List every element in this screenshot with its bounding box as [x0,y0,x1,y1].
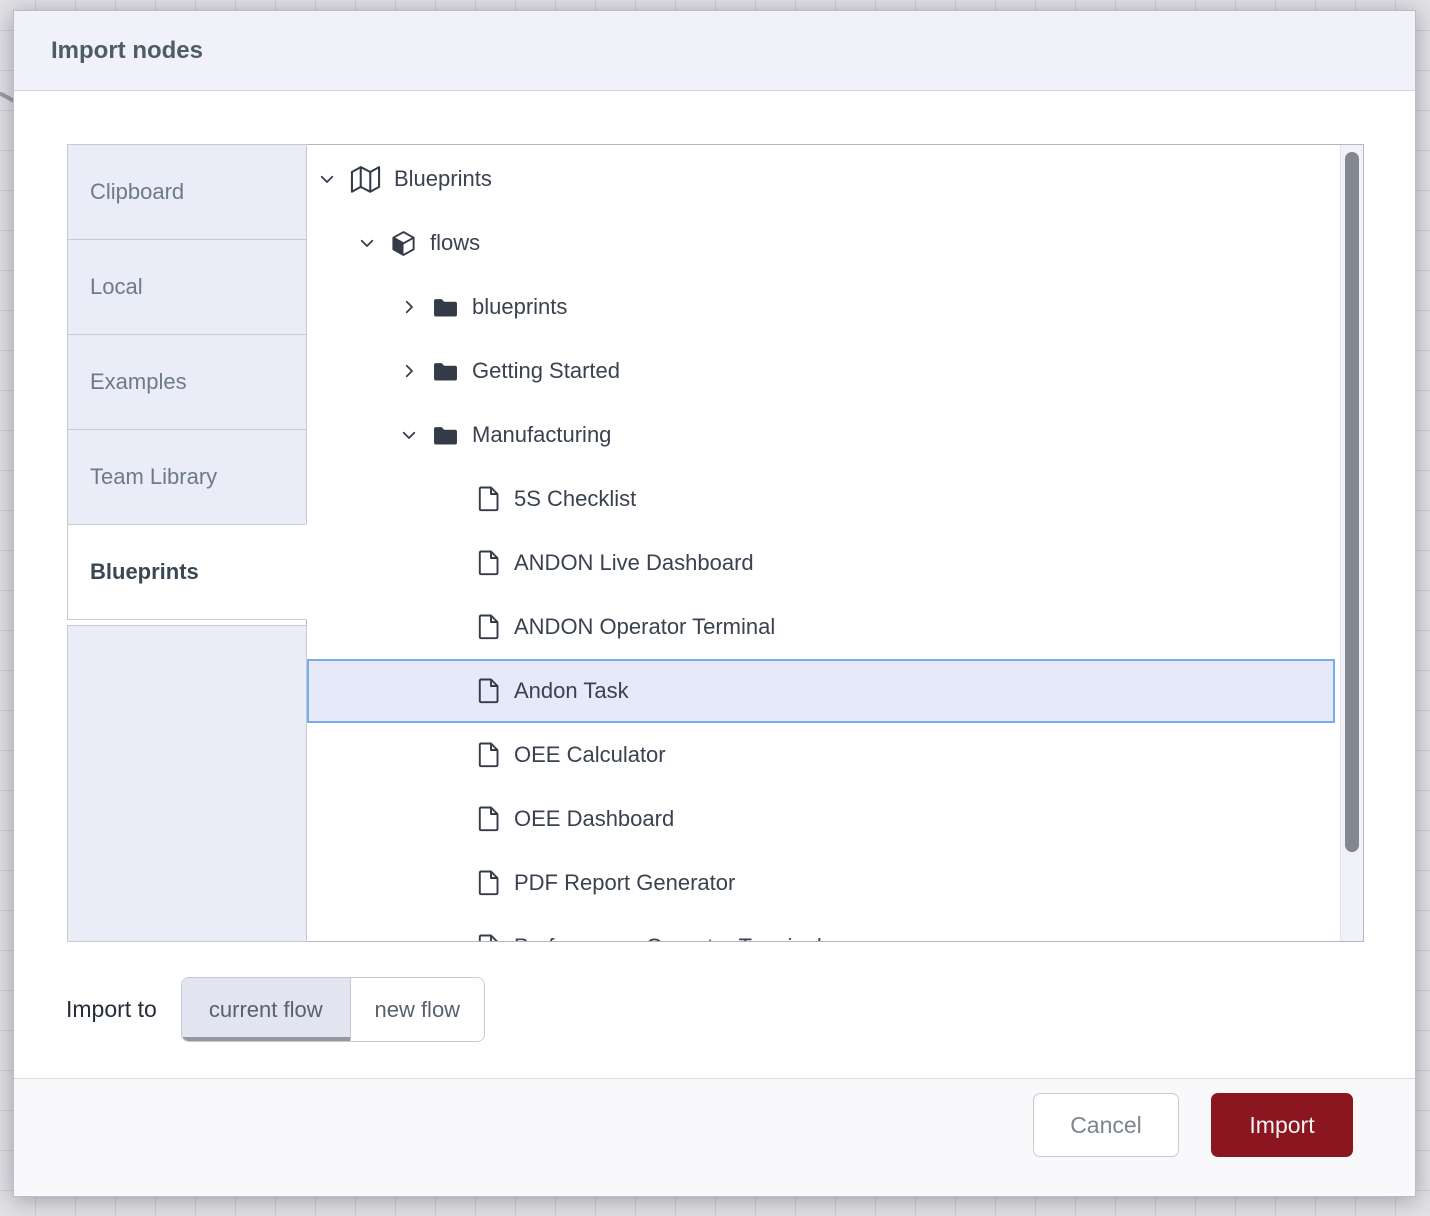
tree-item-label: PDF Report Generator [514,870,735,896]
tree-item-performance-operator-terminal[interactable]: Performance Operator Terminal [307,915,1335,942]
chevron-right-icon[interactable] [399,362,419,380]
tree-item-pdf-report-generator[interactable]: PDF Report Generator [307,851,1335,915]
tree-item-label: blueprints [472,294,567,320]
folder-icon [432,294,459,321]
import-to-current-flow-button[interactable]: current flow [182,978,350,1041]
tree-item-blueprints[interactable]: blueprints [307,275,1335,339]
import-to-new-flow-button[interactable]: new flow [350,978,484,1041]
tree-item-blueprints[interactable]: Blueprints [307,147,1335,211]
sidebar-tab-label: Team Library [90,464,217,490]
sidebar-tab-label: Clipboard [90,179,184,205]
sidebar-empty-area [67,625,307,942]
cancel-button[interactable]: Cancel [1033,1093,1179,1157]
import-nodes-dialog: Import nodes Clipboard Local Examples Team … [13,10,1416,1197]
chevron-right-icon[interactable] [399,298,419,316]
import-to-row: Import to current flow new flow [66,977,485,1042]
file-icon [477,869,501,897]
tree-item-label: ANDON Live Dashboard [514,550,754,576]
import-button[interactable]: Import [1211,1093,1353,1157]
tree-scrollbar[interactable] [1340,145,1363,941]
file-icon [477,741,501,769]
segment-label: new flow [374,997,460,1023]
segment-label: current flow [209,997,323,1023]
tree-item-andon-operator-terminal[interactable]: ANDON Operator Terminal [307,595,1335,659]
library-tree: Blueprints flows blueprints Getting Started… [307,147,1363,942]
tree-item-label: Performance Operator Terminal [514,934,822,942]
file-icon [477,933,501,942]
sidebar-tab-label: Local [90,274,143,300]
library-tree-panel: Blueprints flows blueprints Getting Started… [306,144,1364,942]
tree-item-flows[interactable]: flows [307,211,1335,275]
chevron-down-icon[interactable] [357,234,377,252]
tree-item-label: Blueprints [394,166,492,192]
tree-item-oee-calculator[interactable]: OEE Calculator [307,723,1335,787]
tree-item-manufacturing[interactable]: Manufacturing [307,403,1335,467]
tree-item-label: OEE Calculator [514,742,666,768]
dialog-body: Clipboard Local Examples Team Library Bluepr… [14,92,1415,1196]
tree-item-label: 5S Checklist [514,486,636,512]
package-icon [390,230,417,257]
file-icon [477,613,501,641]
dialog-footer: Cancel Import [14,1078,1415,1196]
tree-item-label: OEE Dashboard [514,806,674,832]
library-source-tabs: Clipboard Local Examples Team Library Bluepr… [67,144,307,942]
file-icon [477,485,501,513]
dialog-header: Import nodes [14,11,1415,91]
library-panel: Clipboard Local Examples Team Library Bluepr… [67,144,1364,942]
import-to-label: Import to [66,996,157,1023]
scrollbar-thumb[interactable] [1345,152,1359,852]
sidebar-tab-blueprints[interactable]: Blueprints [67,524,307,620]
tree-item-oee-dashboard[interactable]: OEE Dashboard [307,787,1335,851]
sidebar-tab-local[interactable]: Local [67,239,307,335]
tree-item-label: Manufacturing [472,422,611,448]
dialog-title: Import nodes [51,37,203,65]
tree-item-andon-task[interactable]: Andon Task [307,659,1335,723]
map-icon [350,164,381,195]
sidebar-tab-clipboard[interactable]: Clipboard [67,144,307,240]
tree-item-label: Getting Started [472,358,620,384]
file-icon [477,549,501,577]
chevron-down-icon[interactable] [317,170,337,188]
sidebar-tab-examples[interactable]: Examples [67,334,307,430]
sidebar-tab-team-library[interactable]: Team Library [67,429,307,525]
sidebar-tab-label: Examples [90,369,187,395]
chevron-down-icon[interactable] [399,426,419,444]
tree-item-andon-live-dashboard[interactable]: ANDON Live Dashboard [307,531,1335,595]
tree-item-5s-checklist[interactable]: 5S Checklist [307,467,1335,531]
tree-item-label: ANDON Operator Terminal [514,614,775,640]
tree-item-label: flows [430,230,480,256]
file-icon [477,805,501,833]
folder-icon [432,422,459,449]
folder-icon [432,358,459,385]
sidebar-tab-label: Blueprints [90,559,199,585]
import-target-toggle: current flow new flow [181,977,485,1042]
tree-item-getting-started[interactable]: Getting Started [307,339,1335,403]
file-icon [477,677,501,705]
tree-item-label: Andon Task [514,678,629,704]
